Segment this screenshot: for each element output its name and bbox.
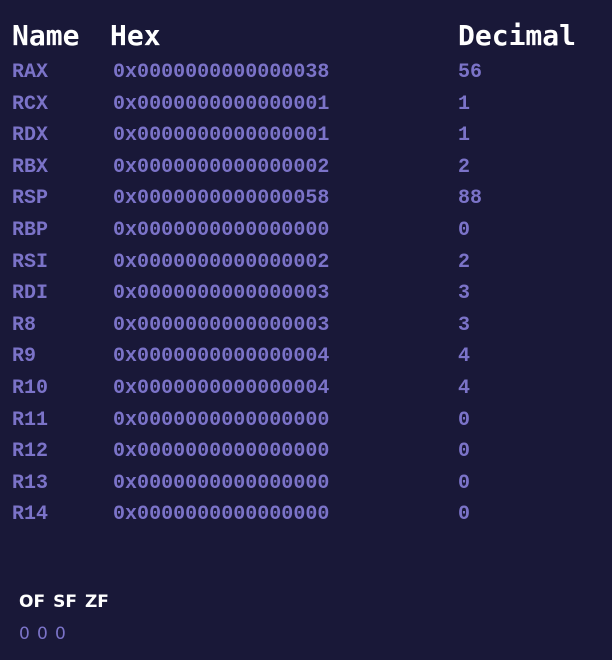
register-table: RAX 0x0000000000000038 56 RCX 0x000000000000…	[0, 57, 612, 531]
register-hex-value: 0x0000000000000058	[113, 187, 330, 211]
register-row: RAX 0x0000000000000038 56	[0, 57, 612, 89]
register-hex-value: 0x0000000000000003	[113, 282, 330, 306]
register-decimal-value: 88	[458, 187, 483, 211]
register-hex-value: 0x0000000000000000	[113, 471, 330, 495]
register-name: RBP	[12, 218, 49, 242]
register-name: RSP	[12, 187, 49, 211]
register-row: RDX 0x0000000000000001 1	[0, 120, 612, 152]
flag-values-row: 0 0 0	[19, 623, 109, 645]
register-row: RBP 0x0000000000000000 0	[0, 215, 612, 247]
register-row: R8 0x0000000000000003 3	[0, 310, 612, 342]
register-row: RSI 0x0000000000000002 2	[0, 247, 612, 279]
register-decimal-value: 0	[458, 503, 471, 527]
register-row: R10 0x0000000000000004 4	[0, 373, 612, 405]
register-hex-value: 0x0000000000000004	[113, 345, 330, 369]
register-row: R12 0x0000000000000000 0	[0, 436, 612, 468]
register-decimal-value: 1	[458, 124, 471, 148]
register-decimal-value: 2	[458, 250, 471, 274]
register-name: R10	[12, 376, 49, 400]
register-hex-value: 0x0000000000000002	[113, 250, 330, 274]
flag-label-of: OF	[19, 592, 46, 612]
register-hex-value: 0x0000000000000003	[113, 313, 330, 337]
register-decimal-value: 4	[458, 345, 471, 369]
register-viewer-panel: Name Hex Decimal RAX 0x0000000000000038 56…	[0, 0, 612, 660]
register-name: RSI	[12, 250, 49, 274]
register-name: R9	[12, 345, 37, 369]
register-name: RDI	[12, 282, 49, 306]
register-row: RBX 0x0000000000000002 2	[0, 152, 612, 184]
register-name: R13	[12, 471, 49, 495]
register-row: R9 0x0000000000000004 4	[0, 341, 612, 373]
register-name: RBX	[12, 155, 49, 179]
register-name: R11	[12, 408, 49, 432]
register-name: R12	[12, 440, 49, 464]
register-hex-value: 0x0000000000000000	[113, 408, 330, 432]
register-row: RCX 0x0000000000000001 1	[0, 89, 612, 121]
register-row: R13 0x0000000000000000 0	[0, 468, 612, 500]
register-decimal-value: 56	[458, 61, 483, 84]
register-row: R14 0x0000000000000000 0	[0, 499, 612, 531]
register-hex-value: 0x0000000000000004	[113, 376, 330, 400]
register-name: R14	[12, 503, 49, 527]
register-row: RSP 0x0000000000000058 88	[0, 183, 612, 215]
register-table-header: Name Hex Decimal	[0, 18, 612, 54]
register-name: RDX	[12, 124, 49, 148]
register-hex-value: 0x0000000000000001	[113, 92, 330, 116]
register-decimal-value: 0	[458, 471, 471, 495]
register-decimal-value: 1	[458, 92, 471, 116]
hex-column-header: Hex	[110, 19, 161, 52]
flag-label-sf: SF	[53, 592, 77, 612]
register-hex-value: 0x0000000000000002	[113, 155, 330, 179]
register-hex-value: 0x0000000000000001	[113, 124, 330, 148]
register-decimal-value: 4	[458, 376, 471, 400]
register-hex-value: 0x0000000000000038	[113, 61, 330, 84]
register-hex-value: 0x0000000000000000	[113, 218, 330, 242]
register-decimal-value: 0	[458, 408, 471, 432]
decimal-column-header: Decimal	[458, 19, 577, 52]
register-row: RDI 0x0000000000000003 3	[0, 278, 612, 310]
register-name: RCX	[12, 92, 49, 116]
flag-value-of: 0	[19, 624, 30, 644]
flag-value-sf: 0	[37, 624, 48, 644]
register-name: R8	[12, 313, 37, 337]
flag-labels-row: OF SF ZF	[19, 590, 109, 614]
register-row: R11 0x0000000000000000 0	[0, 405, 612, 437]
register-name: RAX	[12, 61, 49, 84]
register-decimal-value: 0	[458, 218, 471, 242]
register-decimal-value: 0	[458, 440, 471, 464]
register-decimal-value: 3	[458, 313, 471, 337]
name-column-header: Name	[12, 19, 80, 52]
flag-label-zf: ZF	[84, 592, 109, 612]
flags-panel: OF SF ZF 0 0 0	[19, 590, 109, 645]
register-decimal-value: 2	[458, 155, 471, 179]
flag-value-zf: 0	[55, 624, 66, 644]
register-decimal-value: 3	[458, 282, 471, 306]
register-hex-value: 0x0000000000000000	[113, 440, 330, 464]
register-hex-value: 0x0000000000000000	[113, 503, 330, 527]
